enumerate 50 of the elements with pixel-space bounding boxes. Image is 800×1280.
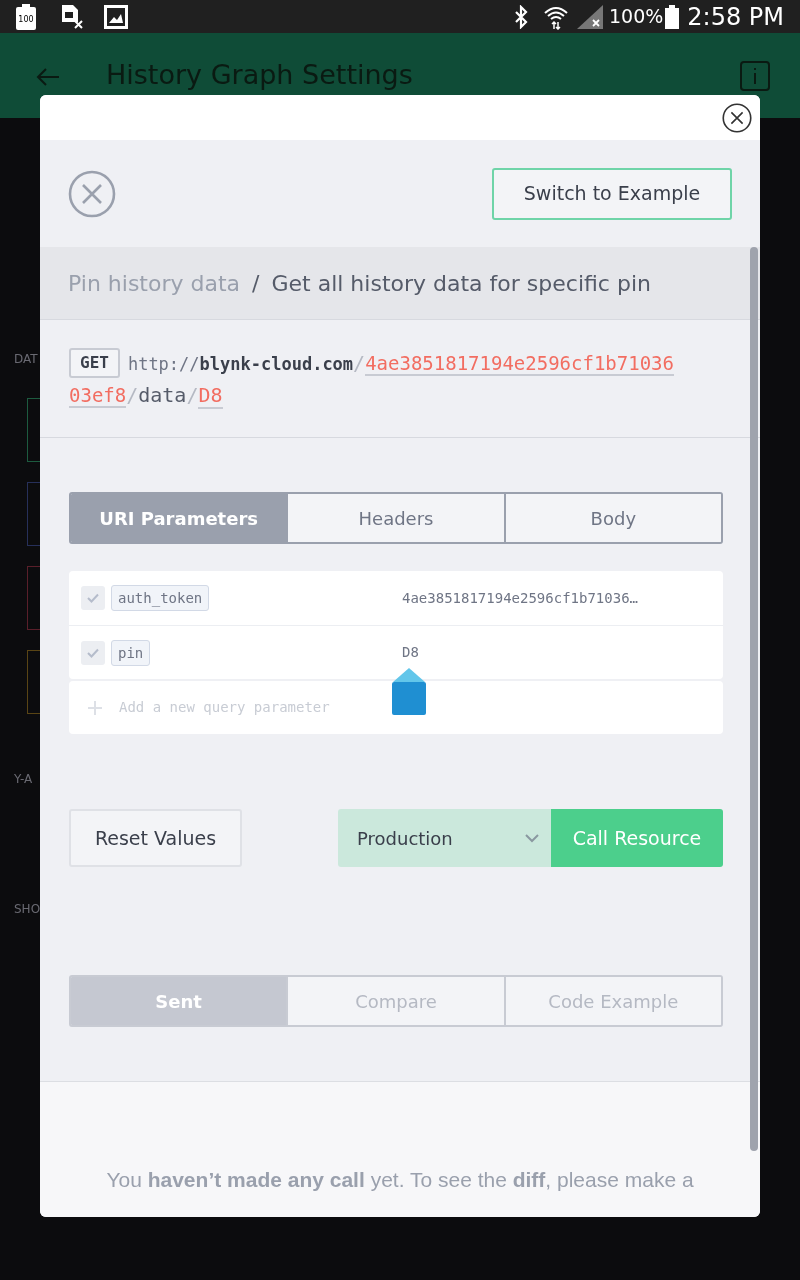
url-token: 4ae3851817194e2596cf1b71036 xyxy=(365,352,674,376)
image-icon xyxy=(104,4,128,29)
close-icon[interactable] xyxy=(722,102,752,133)
check-icon xyxy=(87,647,99,658)
url-separator: / xyxy=(126,383,139,407)
url-path: data xyxy=(138,383,187,407)
tab[interactable]: Compare xyxy=(286,977,504,1025)
reset-values-button[interactable]: Reset Values xyxy=(69,809,242,867)
parameter-name: auth_token xyxy=(111,585,210,611)
breadcrumb-link[interactable]: Pin history data xyxy=(68,266,241,300)
page-heading: Get all history data for specific pin xyxy=(271,269,651,298)
section-label: SHO xyxy=(14,901,40,918)
check-icon xyxy=(87,593,99,603)
tab[interactable]: Body xyxy=(503,494,721,542)
tab[interactable]: Code Example xyxy=(503,977,721,1025)
parameter-value: 4ae3851817194e2596cf1b71036… xyxy=(402,588,638,608)
section-label: DAT xyxy=(14,351,39,368)
bluetooth-icon xyxy=(512,4,529,29)
tab[interactable]: URI Parameters xyxy=(71,494,287,542)
method-badge: GET xyxy=(69,348,120,378)
checkbox[interactable] xyxy=(81,586,105,610)
url-host: blynk-cloud.com xyxy=(199,354,354,374)
selection-handle[interactable] xyxy=(391,667,427,717)
battery-icon xyxy=(16,3,36,30)
plus-icon xyxy=(87,699,103,716)
breadcrumb-separator: / xyxy=(252,269,260,298)
back-arrow-icon[interactable] xyxy=(36,67,60,87)
url-scheme: http:// xyxy=(127,354,200,374)
battery-percent-label: 100 xyxy=(18,15,34,24)
environment-dropdown[interactable]: Production xyxy=(338,809,551,867)
tab[interactable]: Headers xyxy=(286,494,504,542)
section-label: Y-A xyxy=(14,771,34,788)
info-icon[interactable] xyxy=(740,61,770,91)
call-resource-button[interactable]: Call Resource xyxy=(551,809,723,867)
url-token: 03ef8 xyxy=(69,384,127,408)
checkbox[interactable] xyxy=(81,640,105,665)
url-pin: D8 xyxy=(198,383,223,409)
url-separator: / xyxy=(186,383,199,407)
battery-level: 100% xyxy=(608,4,664,30)
battery-icon xyxy=(665,4,680,29)
parameter-name: pin xyxy=(111,639,151,666)
url-separator: / xyxy=(353,351,366,375)
parameter-value: D8 xyxy=(402,643,419,662)
empty-state-message: You haven’t made any call yet. To see the diff, please make a xyxy=(105,1167,695,1193)
chevron-down-icon xyxy=(525,833,539,843)
switch-to-example-button[interactable]: Switch to Example xyxy=(492,167,732,220)
signal-icon xyxy=(576,4,603,29)
sim-card-icon xyxy=(60,3,84,30)
clock: 2:58 PM xyxy=(687,1,784,33)
tab[interactable]: Sent xyxy=(71,977,287,1025)
